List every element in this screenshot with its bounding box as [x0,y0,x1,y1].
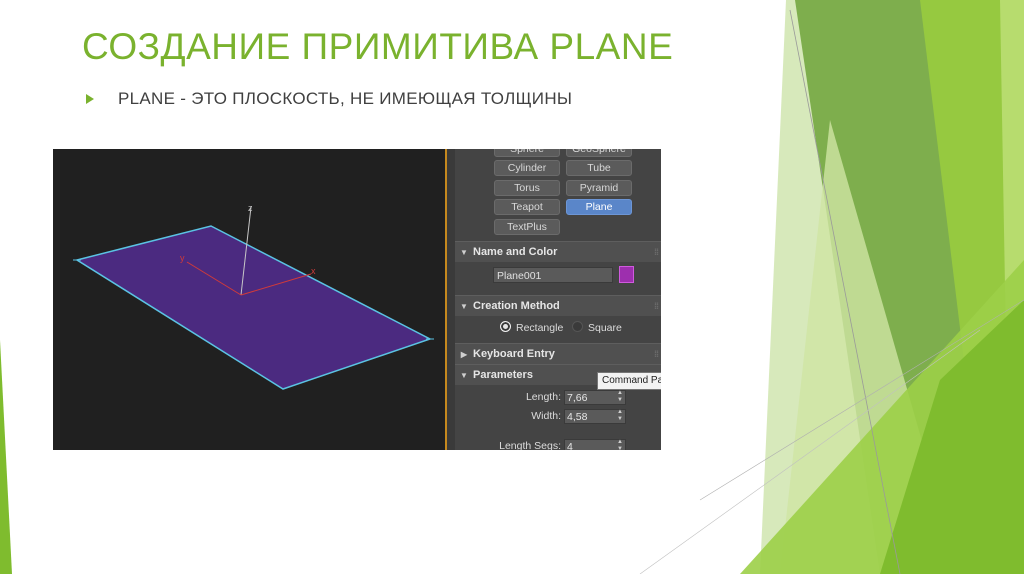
z-axis-label: z [248,203,253,213]
rollout-title: Parameters [473,369,533,381]
plane-button[interactable]: Plane [566,199,632,215]
length-segs-label: Length Segs: [499,440,561,450]
radio-selected-icon [500,321,511,332]
length-label: Length: [525,391,561,403]
drag-grip-icon: ⁞⁞ [654,301,659,311]
spinner-arrows-icon[interactable]: ▲ ▼ [617,390,623,404]
radio-rectangle[interactable]: Rectangle [500,321,563,335]
rollout-name-and-color[interactable]: ▼ Name and Color ⁞⁞ [455,241,661,262]
slide-title: СОЗДАНИЕ ПРИМИТИВА PLANE [82,26,674,67]
drag-grip-icon: ⁞⁞ [654,247,659,257]
expand-triangle-icon: ▶ [460,350,468,359]
radio-square[interactable]: Square [572,321,622,335]
sphere-button[interactable]: Sphere [494,149,560,157]
creation-method-body: Rectangle Square [455,316,661,344]
parameters-body: Length: 7,66 ▲ ▼ Width: 4,58 ▲ ▼ Length Se… [455,385,661,450]
bullet-item: PLANE - ЭТО ПЛОСКОСТЬ, НЕ ИМЕЮЩАЯ ТОЛЩИН… [86,88,572,110]
rollout-title: Name and Color [473,246,558,258]
radio-unselected-icon [572,321,583,332]
rollout-title: Keyboard Entry [473,348,555,360]
cylinder-button[interactable]: Cylinder [494,160,560,176]
command-panel: Sphere GeoSphere Cylinder Tube Torus Pyr… [455,149,661,450]
software-screenshot: z y x Sphere GeoSphere Cylinder Tube Tor… [53,149,661,450]
length-segs-row: Length Segs: 4 ▲ ▼ [455,439,661,450]
length-spinner[interactable]: 7,66 ▲ ▼ [564,390,626,405]
rollout-title: Creation Method [473,300,560,312]
x-axis-label: x [311,266,316,276]
y-axis-label: y [180,253,185,263]
bullet-text: PLANE - ЭТО ПЛОСКОСТЬ, НЕ ИМЕЮЩАЯ ТОЛЩИН… [118,89,573,108]
drag-grip-icon: ⁞⁞ [654,349,659,359]
teapot-button[interactable]: Teapot [494,199,560,215]
rollout-keyboard-entry[interactable]: ▶ Keyboard Entry ⁞⁞ [455,343,661,364]
pyramid-button[interactable]: Pyramid [566,180,632,196]
name-and-color-body: Plane001 [455,262,661,294]
panel-splitter[interactable] [447,149,455,450]
spinner-arrows-icon[interactable]: ▲ ▼ [617,409,623,423]
width-label: Width: [531,410,561,422]
length-row: Length: 7,66 ▲ ▼ [455,390,661,406]
triangle-bullet-icon [86,94,94,104]
width-spinner[interactable]: 4,58 ▲ ▼ [564,409,626,424]
width-row: Width: 4,58 ▲ ▼ [455,409,661,425]
3d-viewport[interactable]: z y x [53,149,447,450]
collapse-triangle-icon: ▼ [460,371,468,380]
tooltip: Command Par [597,372,661,390]
collapse-triangle-icon: ▼ [460,248,468,257]
object-color-swatch[interactable] [619,266,634,283]
collapse-triangle-icon: ▼ [460,302,468,311]
length-segs-spinner[interactable]: 4 ▲ ▼ [564,439,626,450]
textplus-button[interactable]: TextPlus [494,219,560,235]
tube-button[interactable]: Tube [566,160,632,176]
spinner-arrows-icon[interactable]: ▲ ▼ [617,439,623,450]
rollout-creation-method[interactable]: ▼ Creation Method ⁞⁞ [455,295,661,316]
plane-object[interactable] [75,225,432,390]
geosphere-button[interactable]: GeoSphere [566,149,632,157]
torus-button[interactable]: Torus [494,180,560,196]
viewport-canvas: z y x [73,203,434,390]
object-name-input[interactable]: Plane001 [493,267,613,283]
